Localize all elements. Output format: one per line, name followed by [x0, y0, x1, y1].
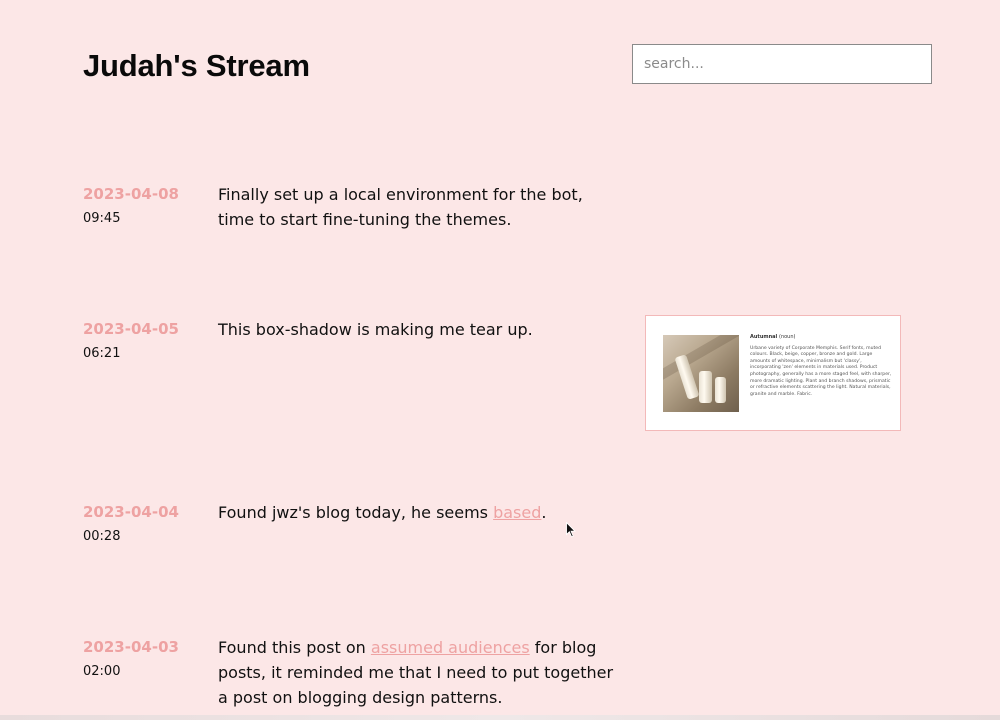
- post-date[interactable]: 2023-04-04: [83, 503, 179, 521]
- post-date[interactable]: 2023-04-03: [83, 638, 179, 656]
- attachment-heading: Autumnal (noun): [750, 334, 796, 340]
- attachment-body: Urbane variety of Corporate Memphis. Ser…: [750, 345, 892, 397]
- search-input[interactable]: [632, 44, 932, 84]
- post-body: Found this post on assumed audiences for…: [218, 638, 614, 707]
- post-body: This box-shadow is making me tear up.: [218, 320, 533, 339]
- attachment-text: Autumnal (noun) Urbane variety of Corpor…: [750, 334, 892, 398]
- post-time: 06:21: [83, 346, 121, 361]
- page: Judah's Stream 2023-04-08 09:45 Finally …: [0, 0, 1000, 720]
- mouse-cursor-icon: [566, 522, 576, 538]
- post-date[interactable]: 2023-04-08: [83, 185, 179, 203]
- site-title[interactable]: Judah's Stream: [83, 48, 310, 84]
- post-body: Found jwz's blog today, he seems based.: [218, 503, 547, 522]
- post-date[interactable]: 2023-04-05: [83, 320, 179, 338]
- post-body: Finally set up a local environment for t…: [218, 185, 583, 229]
- bottles-photo: [663, 335, 739, 412]
- post-time: 09:45: [83, 211, 121, 226]
- post-time: 02:00: [83, 664, 121, 679]
- post-time: 00:28: [83, 529, 121, 544]
- post-link[interactable]: assumed audiences: [371, 638, 530, 657]
- window-bottom-edge: [0, 715, 1000, 720]
- post-image-attachment[interactable]: Autumnal (noun) Urbane variety of Corpor…: [645, 315, 901, 431]
- post-link[interactable]: based: [493, 503, 541, 522]
